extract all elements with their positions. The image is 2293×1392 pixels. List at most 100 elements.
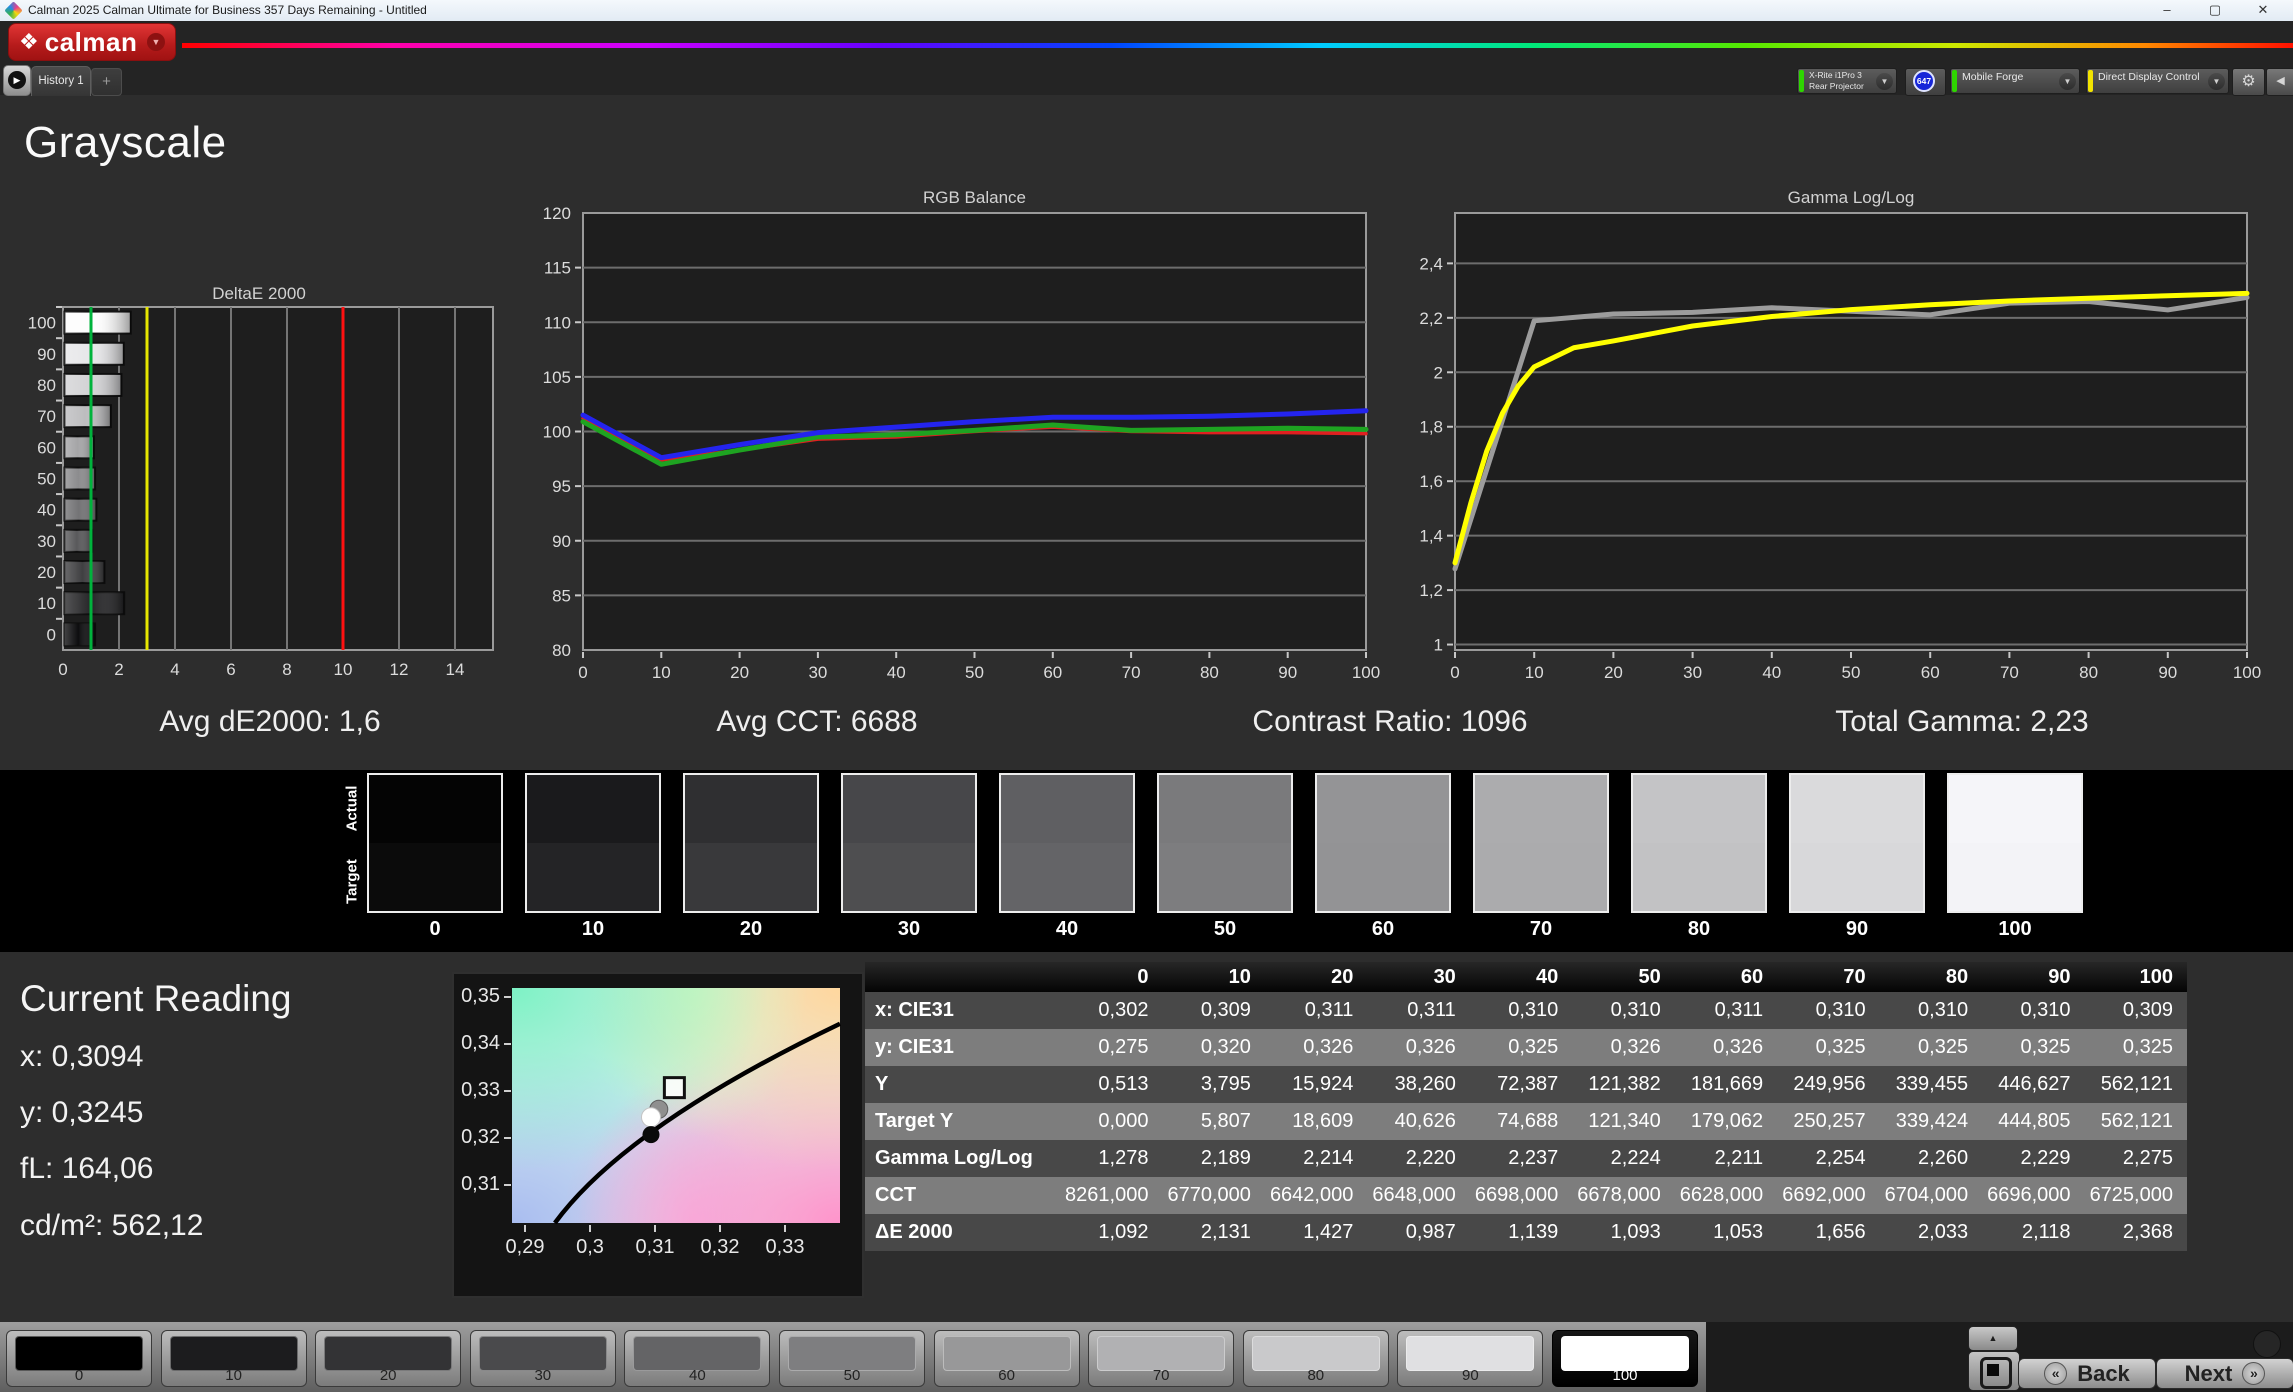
meter-count-badge: 647 xyxy=(1913,70,1935,92)
strip-swatch-90 xyxy=(1789,773,1925,913)
next-button[interactable]: Next » xyxy=(2156,1358,2293,1389)
table-row: x: CIE31 0,302 0,309 0,311 0,311 0,310 0,310 0,… xyxy=(865,992,2187,1029)
pattern-level-button-100[interactable]: 100 xyxy=(1552,1330,1698,1387)
table-cell: 2,368 xyxy=(2122,1221,2173,1243)
back-button[interactable]: « Back xyxy=(2018,1358,2156,1389)
close-button[interactable]: ✕ xyxy=(2246,0,2280,21)
meter-count-button[interactable]: 647 xyxy=(1905,68,1946,96)
pattern-level-button-70[interactable]: 70 xyxy=(1088,1330,1235,1387)
cie-y-tick xyxy=(504,996,511,998)
table-cell: 40,626 xyxy=(1394,1110,1456,1132)
table-column-header: 0 xyxy=(1137,965,1149,988)
svg-text:6: 6 xyxy=(226,660,235,679)
expand-toolbar-button[interactable]: ▲ xyxy=(1968,1326,2018,1351)
table-cell: 0,302 xyxy=(1098,999,1149,1021)
app-icon xyxy=(4,1,23,20)
table-cell: 0,310 xyxy=(1815,999,1866,1021)
svg-text:10: 10 xyxy=(334,660,353,679)
table-cell: 5,807 xyxy=(1200,1110,1251,1132)
table-cell: 2,189 xyxy=(1200,1147,1251,1169)
page-title: Grayscale xyxy=(24,118,227,167)
svg-text:2,2: 2,2 xyxy=(1419,309,1443,328)
pattern-swatch xyxy=(788,1336,916,1371)
table-cell: 0,310 xyxy=(1508,999,1559,1021)
pattern-level-button-50[interactable]: 50 xyxy=(779,1330,925,1387)
history-play-button[interactable]: ▶ xyxy=(3,65,31,96)
maximize-button[interactable]: ▢ xyxy=(2198,0,2232,21)
svg-text:50: 50 xyxy=(965,663,984,682)
pattern-level-button-90[interactable]: 90 xyxy=(1397,1330,1544,1387)
pattern-level-button-30[interactable]: 30 xyxy=(469,1330,616,1387)
strip-actual-60 xyxy=(1317,775,1449,843)
pattern-level-button-0[interactable]: 0 xyxy=(6,1330,152,1387)
svg-text:70: 70 xyxy=(37,407,56,426)
table-cell: 339,424 xyxy=(1895,1110,1969,1132)
pattern-level-button-60[interactable]: 60 xyxy=(933,1330,1080,1387)
meter-status-bar xyxy=(1799,70,1804,92)
strip-swatch-label: 80 xyxy=(1687,918,1711,940)
minimize-button[interactable]: – xyxy=(2150,0,2184,21)
table-cell: 0,326 xyxy=(1303,1036,1354,1058)
table-cell: 1,092 xyxy=(1098,1221,1149,1243)
table-cell: 0,326 xyxy=(1405,1036,1456,1058)
pattern-level-button-80[interactable]: 80 xyxy=(1242,1330,1389,1387)
strip-actual-50 xyxy=(1159,775,1291,843)
table-cell: 1,427 xyxy=(1303,1221,1354,1243)
pattern-level-button-40[interactable]: 40 xyxy=(624,1330,771,1387)
cie-x-tick xyxy=(524,1225,526,1232)
pattern-source-dropdown[interactable]: Mobile Forge ▼ xyxy=(1950,68,2080,94)
settings-button[interactable]: ⚙ xyxy=(2232,68,2265,96)
svg-text:0: 0 xyxy=(47,625,56,644)
header-band: ❖ calman ▼ xyxy=(0,21,2293,65)
strip-target-10 xyxy=(527,843,659,911)
strip-swatch-label: 20 xyxy=(739,918,763,940)
add-tab-button[interactable]: + xyxy=(91,68,122,96)
svg-text:8: 8 xyxy=(282,660,291,679)
pattern-level-button-10[interactable]: 10 xyxy=(160,1330,307,1387)
pattern-level-label: 0 xyxy=(74,1367,84,1384)
svg-text:0: 0 xyxy=(58,660,67,679)
table-cell: 38,260 xyxy=(1394,1073,1456,1095)
title-bar: Calman 2025 Calman Ultimate for Business… xyxy=(0,0,2293,22)
table-cell: 0,325 xyxy=(1918,1036,1969,1058)
meter-dropdown[interactable]: X-Rite i1Pro 3 Rear Projector ▼ xyxy=(1797,68,1897,94)
current-reading-title: Current Reading xyxy=(20,978,292,1019)
calman-menu-button[interactable]: ❖ calman ▼ xyxy=(8,23,176,61)
svg-text:80: 80 xyxy=(37,376,56,395)
strip-swatch-30 xyxy=(841,773,977,913)
cie-x-tick xyxy=(654,1225,656,1232)
table-cell: 339,455 xyxy=(1895,1073,1969,1095)
cie-x-tick-label: 0,31 xyxy=(635,1236,675,1258)
collapse-panel-button[interactable]: ◀ xyxy=(2266,68,2293,96)
table-row: y: CIE31 0,275 0,320 0,326 0,326 0,325 0,326 0,… xyxy=(865,1029,2187,1066)
deltae-plot-area xyxy=(62,306,494,651)
table-column-header: 70 xyxy=(1843,965,1866,988)
strip-actual-90 xyxy=(1791,775,1923,843)
display-control-label: Direct Display Control xyxy=(2098,71,2200,83)
pattern-level-label: 50 xyxy=(843,1367,861,1384)
table-cell: 6770,000 xyxy=(1167,1184,1251,1206)
tab-history-1[interactable]: History 1 xyxy=(31,66,91,96)
table-cell: 0,310 xyxy=(1610,999,1661,1021)
pattern-window-button[interactable] xyxy=(1968,1351,2020,1391)
pattern-level-button-20[interactable]: 20 xyxy=(315,1330,462,1387)
stat-contrast-ratio: Contrast Ratio: 1096 xyxy=(1252,705,1528,738)
table-cell: 0,513 xyxy=(1098,1073,1149,1095)
rgb-balance-chart: 85 90 95 100 105 110 115 80 120 0 10 20 30 40 50 60 70 80… xyxy=(543,204,1381,682)
svg-text:2: 2 xyxy=(1434,363,1443,382)
strip-swatch-100 xyxy=(1947,773,2083,913)
table-row-label: Y xyxy=(875,1073,889,1095)
svg-text:100: 100 xyxy=(1352,663,1380,682)
table-column-header: 100 xyxy=(2139,965,2173,988)
target-square-marker xyxy=(662,1076,686,1100)
table-cell: 6696,000 xyxy=(1987,1184,2071,1206)
svg-text:30: 30 xyxy=(37,532,56,551)
strip-target-20 xyxy=(685,843,817,911)
chevron-up-icon: ▲ xyxy=(1988,1333,1998,1343)
back-label: Back xyxy=(2077,1360,2130,1386)
strip-swatch-40 xyxy=(999,773,1135,913)
grayscale-strip: Actual Target 0 10 20 30 40 50 60 70 80 90 100 xyxy=(0,770,2293,952)
svg-text:1,2: 1,2 xyxy=(1419,581,1443,600)
display-control-dropdown[interactable]: Direct Display Control ▼ xyxy=(2086,68,2229,94)
table-cell: 8261,000 xyxy=(1065,1184,1149,1206)
